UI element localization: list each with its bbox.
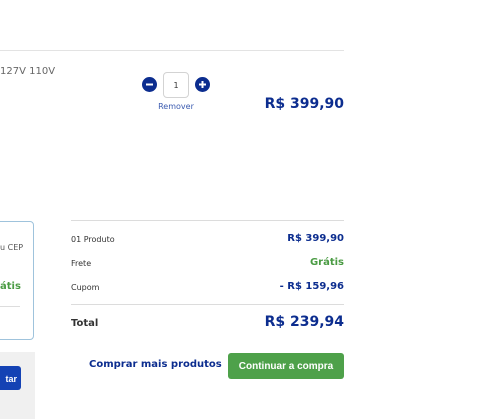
total-label: Total bbox=[71, 318, 99, 329]
quantity-input[interactable] bbox=[163, 72, 189, 98]
shipping-free-text: átis bbox=[0, 281, 21, 292]
continue-shopping-link[interactable]: Comprar mais produtos bbox=[89, 359, 222, 370]
continue-checkout-button[interactable]: Continuar a compra bbox=[228, 353, 344, 379]
remove-item-link[interactable]: Remover bbox=[151, 102, 201, 111]
minus-circle-icon bbox=[146, 83, 153, 86]
summary-shipping-value: Grátis bbox=[309, 257, 344, 268]
product-description: 127V 110V bbox=[0, 66, 56, 77]
increase-quantity-button[interactable] bbox=[195, 77, 210, 92]
total-divider bbox=[71, 304, 344, 305]
summary-shipping-label: Frete bbox=[71, 259, 92, 268]
quantity-stepper bbox=[142, 72, 212, 98]
item-price: R$ 399,90 bbox=[264, 96, 344, 112]
summary-coupon-label: Cupom bbox=[71, 283, 100, 292]
decrease-quantity-button[interactable] bbox=[142, 77, 157, 92]
shipping-cep-text: u CEP bbox=[0, 243, 24, 252]
calculate-shipping-button[interactable]: tar bbox=[0, 366, 21, 390]
total-value: R$ 239,94 bbox=[264, 314, 344, 330]
summary-product-label: 01 Produto bbox=[71, 235, 115, 244]
summary-coupon-value: - R$ 159,96 bbox=[279, 281, 344, 292]
summary-product-value: R$ 399,90 bbox=[287, 233, 344, 244]
plus-circle-icon bbox=[199, 81, 206, 88]
shipping-box-divider bbox=[0, 306, 20, 307]
top-divider bbox=[0, 50, 344, 51]
summary-divider bbox=[71, 220, 344, 221]
